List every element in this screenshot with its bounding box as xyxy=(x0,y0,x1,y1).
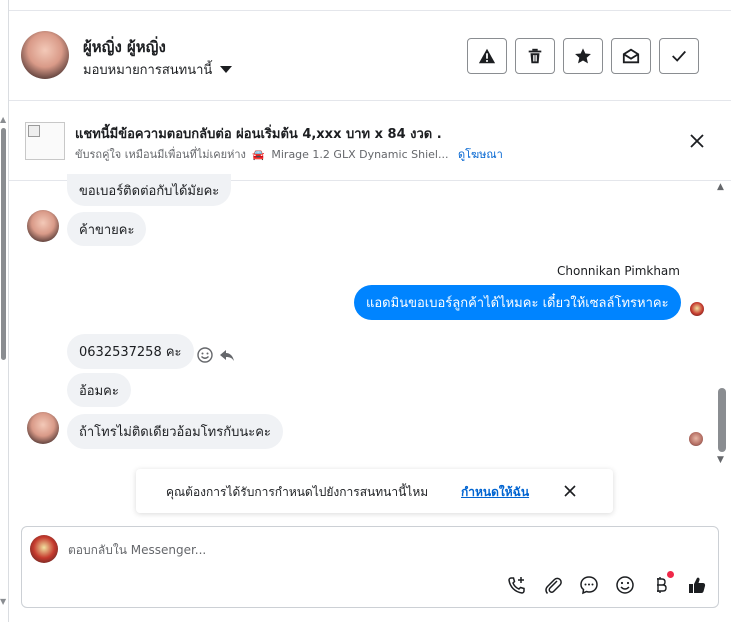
header-actions xyxy=(467,38,699,74)
emoji-button[interactable] xyxy=(614,574,636,596)
sender-name: Chonnikan Pimkham xyxy=(557,264,680,278)
trash-icon xyxy=(528,48,542,64)
delete-button[interactable] xyxy=(515,38,555,74)
ad-title: แชทนี้มีข้อความตอบกลับต่อ ผ่อนเริ่มต้น 4… xyxy=(75,127,442,142)
messenger-conversation-panel: ▲ ▼ ผู้หญิ่ง ผู้หญิ่ง มอบหมายการสนทนานี้ xyxy=(0,0,731,622)
page-avatar xyxy=(30,535,58,563)
message-incoming[interactable]: ถ้าโทรไม่ติดเดียวอ้อมโทรกับนะคะ xyxy=(67,414,283,449)
paperclip-icon xyxy=(545,577,562,595)
close-ad-bar-button[interactable] xyxy=(685,129,709,153)
scroll-up-arrow-icon[interactable]: ▲ xyxy=(717,182,724,192)
conversation-header: ผู้หญิ่ง ผู้หญิ่ง มอบหมายการสนทนานี้ xyxy=(9,11,731,101)
contact-avatar[interactable] xyxy=(21,31,69,79)
notification-dot xyxy=(667,571,674,578)
view-ad-link[interactable]: ดูโฆษณา xyxy=(458,148,503,161)
ad-subtitle: ขับรถคู่ใจ เหมือนมีเพื่อนที่ไม่เคยห่าง 🚘… xyxy=(75,145,503,163)
message-incoming[interactable]: ขอเบอร์ติดต่อกับได้มัยคะ xyxy=(67,174,232,206)
check-icon xyxy=(672,50,686,62)
chat-bubble-icon xyxy=(580,576,598,595)
reply-icon[interactable] xyxy=(219,347,235,363)
seen-receipt-avatar xyxy=(690,302,704,316)
emoji-icon xyxy=(616,576,634,594)
assign-to-me-link[interactable]: กำหนดให้ฉัน xyxy=(461,483,529,502)
react-emoji-icon[interactable] xyxy=(197,347,213,363)
star-button[interactable] xyxy=(563,38,603,74)
assign-to-me-banner: คุณต้องการได้รับการกำหนดไปยังการสนทนานี้… xyxy=(136,469,613,513)
ad-thumbnail[interactable] xyxy=(25,122,65,160)
message-composer xyxy=(21,526,719,608)
attach-button[interactable] xyxy=(542,574,564,596)
close-icon[interactable] xyxy=(562,483,578,499)
report-spam-button[interactable] xyxy=(467,38,507,74)
mark-unread-icon xyxy=(622,48,640,64)
message-incoming[interactable]: อ้อมคะ xyxy=(67,373,131,407)
contact-name[interactable]: ผู้หญิ่ง ผู้หญิ่ง xyxy=(83,35,166,59)
saved-replies-button[interactable] xyxy=(578,574,600,596)
message-actions xyxy=(197,347,235,363)
scroll-down-arrow-icon[interactable]: ▼ xyxy=(717,455,724,465)
chat-scrollbar-thumb[interactable] xyxy=(718,388,726,452)
chat-scrollbar[interactable]: ▲ ▼ xyxy=(715,182,729,468)
ad-subtitle-text: ขับรถคู่ใจ เหมือนมีเพื่อนที่ไม่เคยห่าง xyxy=(75,148,246,161)
scrollbar-thumb[interactable] xyxy=(1,128,6,360)
scroll-down-arrow-icon[interactable]: ▼ xyxy=(0,597,6,606)
star-icon xyxy=(575,48,591,64)
payment-button[interactable] xyxy=(650,571,674,596)
ad-subtitle-model: Mirage 1.2 GLX Dynamic Shiel... xyxy=(271,148,449,161)
message-incoming[interactable]: 0632537258 คะ xyxy=(67,334,194,369)
baht-icon xyxy=(657,577,667,593)
thumbs-up-icon xyxy=(689,577,706,593)
seen-receipt-avatar xyxy=(689,432,703,446)
message-outgoing[interactable]: แอดมินขอเบอร์ลูกค้าได้ไหมคะ เดี๋ยวให้เซล… xyxy=(354,285,681,320)
like-button[interactable] xyxy=(686,574,708,596)
ad-context-bar: แชทนี้มีข้อความตอบกลับต่อ ผ่อนเริ่มต้น 4… xyxy=(9,101,731,181)
mark-done-button[interactable] xyxy=(659,38,699,74)
call-button[interactable] xyxy=(506,574,528,596)
page-scrollbar[interactable]: ▲ ▼ xyxy=(0,0,9,622)
phone-add-icon xyxy=(508,577,525,594)
warning-icon xyxy=(478,48,496,64)
mark-unread-button[interactable] xyxy=(611,38,651,74)
assign-conversation-dropdown[interactable]: มอบหมายการสนทนานี้ xyxy=(83,59,233,80)
assign-prompt-text: คุณต้องการได้รับการกำหนดไปยังการสนทนานี้… xyxy=(166,485,429,499)
reply-input[interactable] xyxy=(68,540,668,560)
scroll-up-arrow-icon[interactable]: ▲ xyxy=(0,115,6,124)
contact-avatar-small xyxy=(27,210,59,242)
message-incoming[interactable]: ค้าขายคะ xyxy=(67,212,147,246)
contact-avatar-small xyxy=(27,412,59,444)
close-icon xyxy=(690,134,704,148)
assign-label: มอบหมายการสนทนานี้ xyxy=(83,63,213,78)
car-icon: 🚘 xyxy=(252,150,265,161)
composer-toolbar xyxy=(506,571,708,596)
caret-down-icon xyxy=(220,66,233,73)
